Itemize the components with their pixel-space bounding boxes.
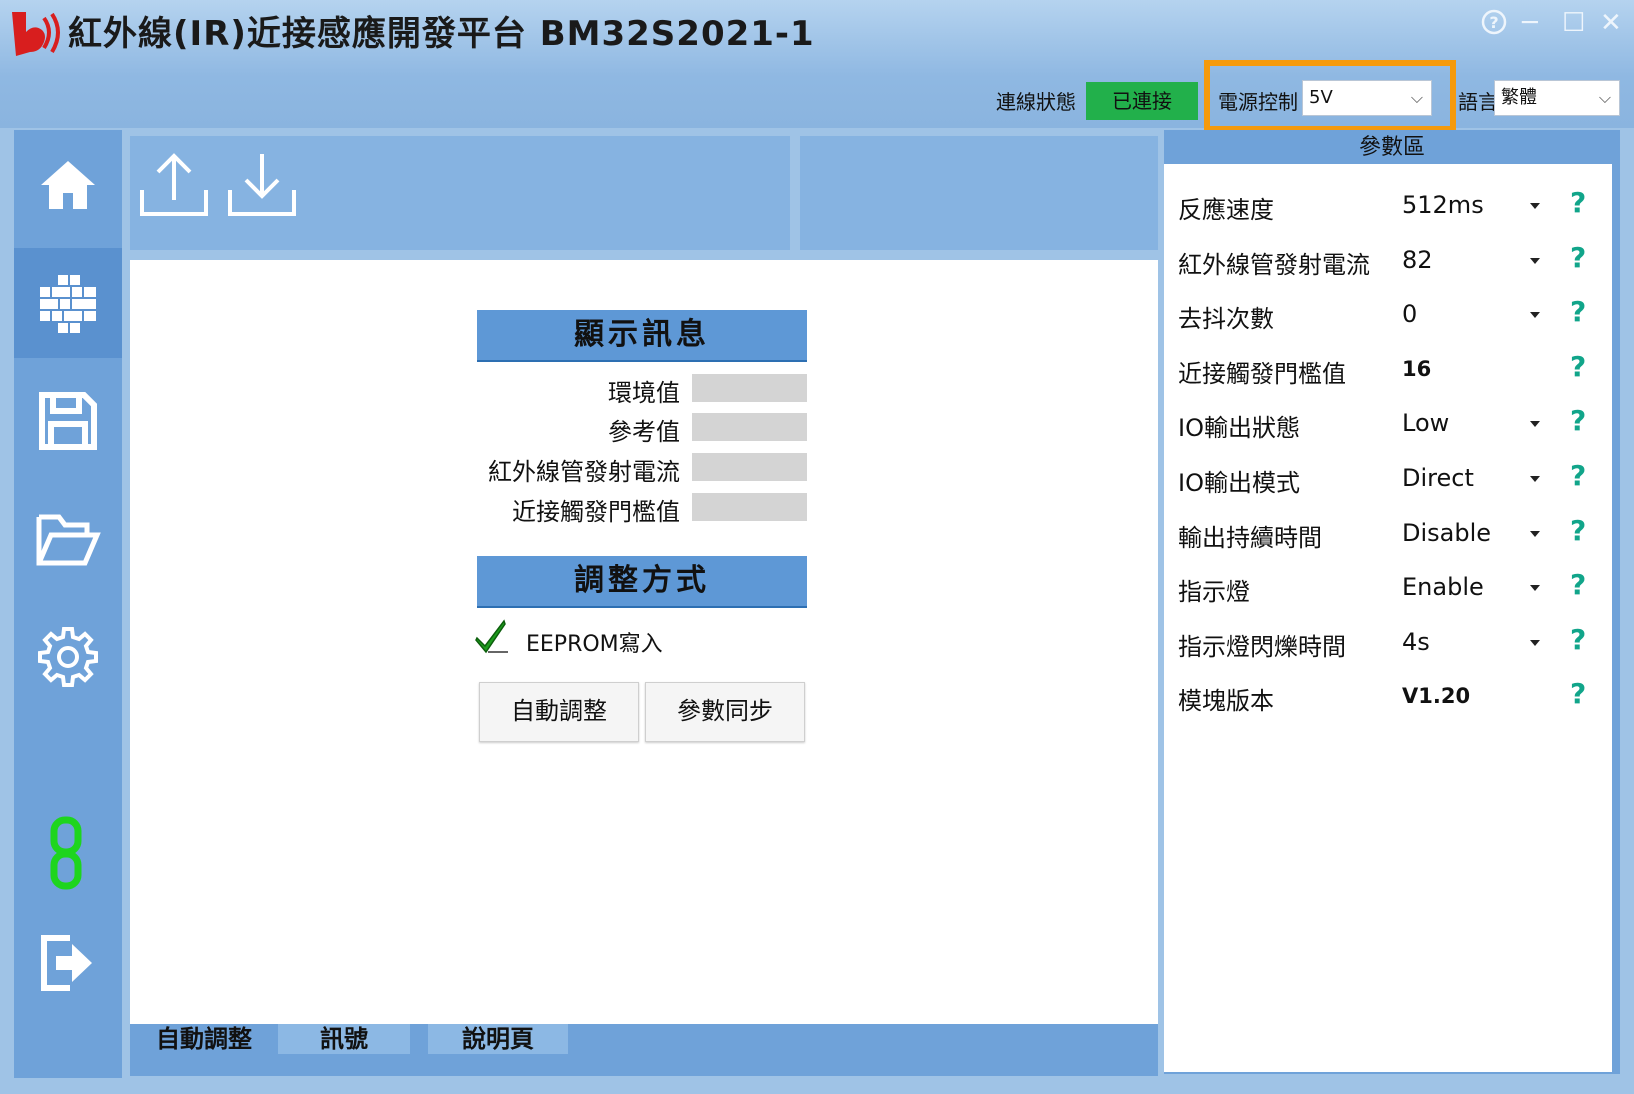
param-dropdown[interactable]: Low (1402, 409, 1449, 437)
info-value-ir-current (692, 453, 807, 481)
param-label: IO輸出模式 (1178, 469, 1300, 497)
sidebar-item-home[interactable] (14, 130, 122, 240)
param-label: 紅外線管發射電流 (1178, 251, 1370, 279)
caret-down-icon[interactable] (1530, 476, 1540, 482)
param-panel-title: 參數區 (1358, 135, 1425, 160)
adjust-section-title: 調整方式 (477, 556, 807, 608)
param-label: 指示燈閃爍時間 (1178, 633, 1346, 661)
power-control-select[interactable]: 5V ⌵ (1302, 80, 1432, 116)
param-dropdown[interactable]: 512ms (1402, 191, 1484, 219)
chevron-down-icon: ⌵ (1598, 88, 1611, 107)
help-icon[interactable]: ? (1480, 8, 1508, 43)
minimize-button[interactable]: ─ (1522, 8, 1538, 38)
param-label: 近接觸發門檻值 (1178, 360, 1346, 388)
param-help-icon[interactable]: ? (1570, 186, 1586, 219)
param-label: 指示燈 (1178, 578, 1250, 606)
language-label: 語言 (1458, 90, 1498, 114)
connection-status-badge: 已連接 (1086, 82, 1198, 120)
param-dropdown[interactable]: Enable (1402, 573, 1484, 601)
sidebar-item-settings[interactable] (14, 602, 122, 712)
close-button[interactable]: ✕ (1600, 8, 1622, 38)
param-dropdown[interactable]: 0 (1402, 300, 1417, 328)
param-value: 16 (1402, 357, 1432, 381)
tab-auto-adjust[interactable]: 自動調整 (138, 1024, 270, 1054)
param-help-icon[interactable]: ? (1570, 241, 1586, 274)
bottom-tab-strip: 自動調整 訊號 說明頁 (130, 1024, 1158, 1076)
toolbar (130, 136, 790, 250)
save-icon (39, 392, 97, 450)
info-value-reference (692, 413, 807, 441)
power-control-label: 電源控制 (1218, 90, 1298, 114)
param-help-icon[interactable]: ? (1570, 459, 1586, 492)
param-label: 反應速度 (1178, 196, 1274, 224)
download-icon (228, 154, 296, 216)
grid-icon (40, 275, 96, 333)
window-title: 紅外線(IR)近接感應開發平台 BM32S2021-1 (68, 14, 815, 54)
app-logo-icon (12, 12, 60, 56)
sidebar-item-link[interactable] (14, 798, 122, 908)
param-help-icon[interactable]: ? (1570, 350, 1586, 383)
info-label-reference: 參考值 (608, 418, 680, 446)
caret-down-icon[interactable] (1530, 258, 1540, 264)
eeprom-checkbox[interactable] (474, 618, 508, 658)
caret-down-icon[interactable] (1530, 312, 1540, 318)
param-dropdown[interactable]: Disable (1402, 519, 1491, 547)
tab-signal[interactable]: 訊號 (278, 1024, 410, 1054)
caret-down-icon[interactable] (1530, 585, 1540, 591)
download-button[interactable] (226, 150, 298, 224)
checkmark-icon (475, 619, 508, 654)
info-label-ambient: 環境值 (608, 379, 680, 407)
caret-down-icon[interactable] (1530, 640, 1540, 646)
language-select[interactable]: 繁體 ⌵ (1494, 80, 1620, 116)
caret-down-icon[interactable] (1530, 531, 1540, 537)
maximize-button[interactable]: ☐ (1562, 8, 1585, 38)
info-label-threshold: 近接觸發門檻值 (512, 498, 680, 526)
link-icon (50, 816, 82, 890)
param-help-icon[interactable]: ? (1570, 677, 1586, 710)
param-help-icon[interactable]: ? (1570, 404, 1586, 437)
param-dropdown[interactable]: 4s (1402, 628, 1430, 656)
sidebar-item-grid[interactable] (14, 248, 122, 358)
exit-icon (41, 935, 92, 991)
auto-adjust-button[interactable]: 自動調整 (479, 682, 639, 742)
param-dropdown[interactable]: 82 (1402, 246, 1433, 274)
info-value-threshold (692, 493, 807, 521)
upload-button[interactable] (138, 150, 210, 224)
param-label: 模塊版本 (1178, 687, 1274, 715)
caret-down-icon[interactable] (1530, 421, 1540, 427)
sidebar-item-save[interactable] (14, 366, 122, 476)
param-label: 輸出持續時間 (1178, 524, 1322, 552)
param-dropdown[interactable]: Direct (1402, 464, 1474, 492)
chevron-down-icon: ⌵ (1410, 88, 1423, 107)
param-label: 去抖次數 (1178, 305, 1274, 333)
home-icon (41, 161, 95, 209)
sidebar-item-exit[interactable] (14, 908, 122, 1018)
display-section-title: 顯示訊息 (477, 310, 807, 362)
eeprom-checkbox-label: EEPROM寫入 (526, 632, 663, 657)
caret-down-icon[interactable] (1530, 203, 1540, 209)
info-label-ir-current: 紅外線管發射電流 (488, 458, 680, 486)
folder-open-icon (36, 514, 101, 566)
tab-help-page[interactable]: 說明頁 (428, 1024, 568, 1054)
info-value-ambient (692, 374, 807, 402)
power-control-value: 5V (1309, 87, 1333, 108)
connection-status-label: 連線狀態 (996, 90, 1076, 114)
param-help-icon[interactable]: ? (1570, 568, 1586, 601)
language-value: 繁體 (1501, 87, 1537, 108)
svg-text:?: ? (1489, 13, 1498, 32)
sidebar (14, 130, 122, 1078)
param-label: IO輸出狀態 (1178, 414, 1300, 442)
upload-icon (140, 153, 208, 216)
gear-icon (38, 627, 98, 687)
param-help-icon[interactable]: ? (1570, 514, 1586, 547)
sidebar-item-open[interactable] (14, 484, 122, 594)
param-help-icon[interactable]: ? (1570, 295, 1586, 328)
param-help-icon[interactable]: ? (1570, 623, 1586, 656)
toolbar-secondary (800, 136, 1158, 250)
param-value: V1.20 (1402, 684, 1471, 708)
param-sync-button[interactable]: 參數同步 (645, 682, 805, 742)
